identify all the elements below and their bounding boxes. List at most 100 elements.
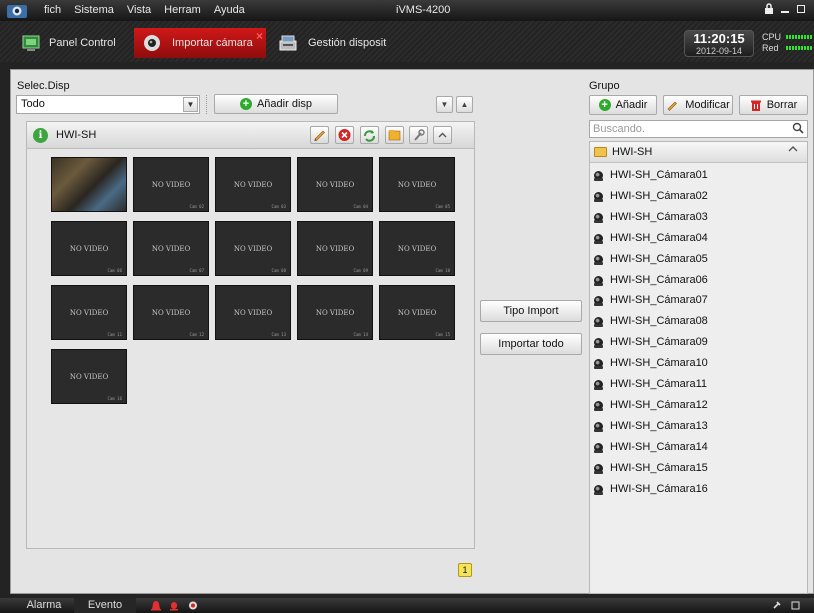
tree-camera-item[interactable]: HWI-SH_Cámara11 [590, 374, 807, 395]
import-all-button[interactable]: Importar todo [480, 333, 582, 355]
camera-icon [594, 191, 603, 202]
restore-panel-icon[interactable] [790, 600, 801, 611]
folder-icon [594, 147, 607, 157]
device-filter-select[interactable]: Todo ▼ [16, 95, 200, 114]
add-device-button[interactable]: + Añadir disp [214, 94, 338, 114]
search-icon[interactable] [791, 122, 805, 136]
camera-thumbnail[interactable]: NO VIDEO Cam 11 [51, 285, 127, 340]
tree-camera-item[interactable]: HWI-SH_Cámara05 [590, 249, 807, 270]
import-type-button[interactable]: Tipo Import [480, 300, 582, 322]
expand-all-icon[interactable]: ▼ [436, 96, 453, 113]
minimize-icon[interactable] [779, 3, 791, 17]
group-node-label: HWI-SH [612, 146, 653, 158]
tree-camera-item[interactable]: HWI-SH_Cámara02 [590, 186, 807, 207]
camera-thumbnail[interactable]: NO VIDEO Cam 13 [215, 285, 291, 340]
no-video-label: NO VIDEO [315, 181, 355, 189]
add-group-button[interactable]: + Añadir [589, 95, 657, 115]
menu-item-fich[interactable]: fich [44, 4, 61, 16]
camera-thumbnail[interactable]: NO VIDEO Cam 04 [297, 157, 373, 212]
tree-camera-item[interactable]: HWI-SH_Cámara14 [590, 437, 807, 458]
info-icon: i [33, 128, 48, 143]
trash-icon [750, 100, 761, 111]
menu-item-ayuda[interactable]: Ayuda [214, 4, 245, 16]
tree-camera-label: HWI-SH_Cámara13 [610, 419, 708, 432]
camera-thumbnail[interactable]: NO VIDEO Cam 14 [297, 285, 373, 340]
alarm-camera-icon[interactable] [187, 600, 199, 611]
window-title: iVMS-4200 [396, 4, 451, 16]
tree-camera-item[interactable]: HWI-SH_Cámara09 [590, 332, 807, 353]
camera-thumbnail[interactable] [51, 157, 127, 212]
tree-camera-item[interactable]: HWI-SH_Cámara10 [590, 353, 807, 374]
chevron-up-icon[interactable] [788, 145, 798, 156]
camera-thumbnail[interactable]: NO VIDEO Cam 16 [51, 349, 127, 404]
camera-thumbnail[interactable]: NO VIDEO Cam 12 [133, 285, 209, 340]
collapse-panel-icon[interactable] [433, 126, 452, 144]
tree-camera-label: HWI-SH_Cámara12 [610, 398, 708, 411]
chevron-down-icon[interactable]: ▼ [183, 97, 198, 112]
device-management-icon [279, 35, 297, 51]
alarm-tab[interactable]: Alarma [18, 598, 70, 613]
lock-icon[interactable] [763, 3, 775, 17]
tab-panel-control[interactable]: Panel Control [21, 28, 121, 58]
app-logo-icon [7, 5, 27, 18]
tab-label-gestion-disposit: Gestión disposit [308, 37, 387, 49]
menu-item-herram[interactable]: Herram [164, 4, 201, 16]
tree-camera-item[interactable]: HWI-SH_Cámara15 [590, 458, 807, 479]
maximize-icon[interactable] [795, 3, 807, 17]
tab-importar-camara[interactable]: Importar cámara × [134, 28, 266, 58]
modify-group-button[interactable]: Modificar [663, 95, 733, 115]
delete-group-button[interactable]: Borrar [739, 95, 808, 115]
delete-group-label: Borrar [766, 99, 798, 111]
tree-camera-label: HWI-SH_Cámara14 [610, 440, 708, 453]
camera-thumbnail[interactable]: NO VIDEO Cam 08 [215, 221, 291, 276]
tree-camera-item[interactable]: HWI-SH_Cámara06 [590, 270, 807, 291]
search-placeholder: Buscando. [593, 123, 645, 135]
delete-device-icon[interactable] [335, 126, 354, 144]
camera-icon [594, 484, 603, 495]
tree-camera-item[interactable]: HWI-SH_Cámara16 [590, 479, 807, 500]
tab-gestion-disposit[interactable]: Gestión disposit [278, 28, 408, 58]
camera-channel-label: Cam 10 [435, 268, 450, 273]
clock-date: 2012-09-14 [695, 46, 743, 56]
camera-thumbnail[interactable]: NO VIDEO Cam 06 [51, 221, 127, 276]
no-video-label: NO VIDEO [315, 245, 355, 253]
no-video-label: NO VIDEO [397, 245, 437, 253]
network-meter [786, 46, 812, 50]
camera-thumbnail[interactable]: NO VIDEO Cam 15 [379, 285, 455, 340]
close-icon[interactable]: × [256, 29, 263, 43]
page-number[interactable]: 1 [458, 563, 472, 577]
modify-group-label: Modificar [685, 99, 730, 111]
camera-icon [594, 463, 603, 474]
camera-channel-label: Cam 02 [189, 204, 204, 209]
alarm-siren-icon[interactable] [169, 600, 179, 611]
camera-thumbnail[interactable]: NO VIDEO Cam 09 [297, 221, 373, 276]
menu-item-sistema[interactable]: Sistema [74, 4, 114, 16]
camera-thumbnail[interactable]: NO VIDEO Cam 07 [133, 221, 209, 276]
tree-camera-item[interactable]: HWI-SH_Cámara12 [590, 395, 807, 416]
camera-thumbnail[interactable]: NO VIDEO Cam 02 [133, 157, 209, 212]
folder-icon[interactable] [385, 126, 404, 144]
device-name: HWI-SH [56, 129, 97, 141]
edit-icon[interactable] [310, 126, 329, 144]
settings-tool-icon[interactable] [409, 126, 428, 144]
tree-camera-item[interactable]: HWI-SH_Cámara01 [590, 165, 807, 186]
tree-camera-item[interactable]: HWI-SH_Cámara08 [590, 311, 807, 332]
event-tab[interactable]: Evento [74, 598, 136, 613]
pin-icon[interactable] [771, 600, 782, 611]
camera-icon [594, 233, 603, 244]
alarm-bell-icon[interactable] [150, 600, 162, 611]
camera-thumbnail[interactable]: NO VIDEO Cam 03 [215, 157, 291, 212]
tree-camera-item[interactable]: HWI-SH_Cámara04 [590, 228, 807, 249]
tree-camera-item[interactable]: HWI-SH_Cámara03 [590, 207, 807, 228]
tree-camera-item[interactable]: HWI-SH_Cámara13 [590, 416, 807, 437]
camera-thumbnail[interactable]: NO VIDEO Cam 05 [379, 157, 455, 212]
camera-import-icon [144, 35, 160, 51]
collapse-all-icon[interactable]: ▲ [456, 96, 473, 113]
menu-item-vista[interactable]: Vista [127, 4, 151, 16]
tab-label-panel-control: Panel Control [49, 37, 116, 49]
camera-thumbnail[interactable]: NO VIDEO Cam 10 [379, 221, 455, 276]
refresh-icon[interactable] [360, 126, 379, 144]
group-search-input[interactable]: Buscando. [589, 120, 808, 138]
group-node[interactable]: HWI-SH [590, 142, 807, 163]
tree-camera-item[interactable]: HWI-SH_Cámara07 [590, 290, 807, 311]
